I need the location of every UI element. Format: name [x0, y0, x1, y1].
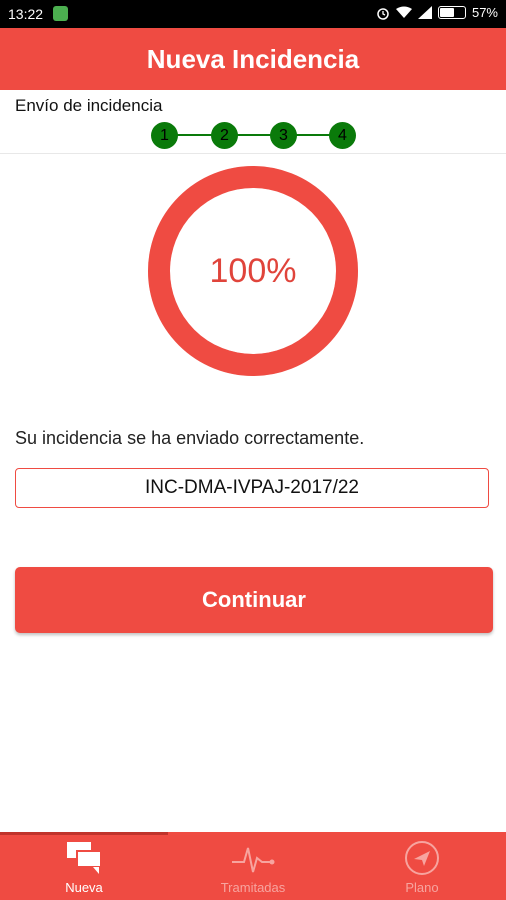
success-message: Su incidencia se ha enviado correctament…	[15, 428, 365, 448]
nav-label-nueva: Nueva	[65, 880, 103, 895]
continue-button[interactable]: Continuar	[15, 567, 493, 633]
step-1: 1	[151, 122, 178, 149]
status-bar: 13:22 57%	[0, 0, 506, 28]
stepper-title: Envío de incidencia	[15, 96, 163, 115]
battery-percent: 57%	[471, 5, 498, 20]
app-notification-icon	[53, 6, 68, 21]
app-bar: Nueva Incidencia	[0, 28, 506, 90]
pulse-icon	[232, 847, 275, 873]
chat-bubbles-icon	[67, 842, 102, 874]
step-4: 4	[329, 122, 356, 149]
divider	[0, 153, 506, 154]
nav-item-tramitadas[interactable]: Tramitadas	[169, 832, 337, 900]
step-3: 3	[270, 122, 297, 149]
status-icons: 57%	[376, 5, 498, 20]
signal-icon	[417, 6, 432, 19]
step-2: 2	[211, 122, 238, 149]
nav-label-tramitadas: Tramitadas	[220, 880, 286, 895]
page-title: Nueva Incidencia	[146, 43, 360, 74]
nav-label-plano: Plano	[405, 880, 439, 895]
nav-item-plano[interactable]: Plano	[338, 832, 506, 900]
battery-icon	[437, 6, 466, 19]
navigation-compass-icon	[405, 841, 439, 875]
stepper: 1 2 3 4	[151, 121, 361, 149]
incident-reference-field[interactable]: INC-DMA-IVPAJ-2017/22	[15, 468, 489, 508]
alarm-icon	[377, 7, 389, 20]
progress-label: 100%	[209, 251, 297, 290]
bottom-nav: Nueva Tramitadas Plano	[0, 832, 506, 900]
wifi-icon	[395, 6, 412, 18]
status-time: 13:22	[8, 6, 44, 22]
stepper-line	[165, 134, 345, 136]
progress-ring: 100%	[147, 165, 359, 377]
nav-item-nueva[interactable]: Nueva	[0, 832, 168, 900]
